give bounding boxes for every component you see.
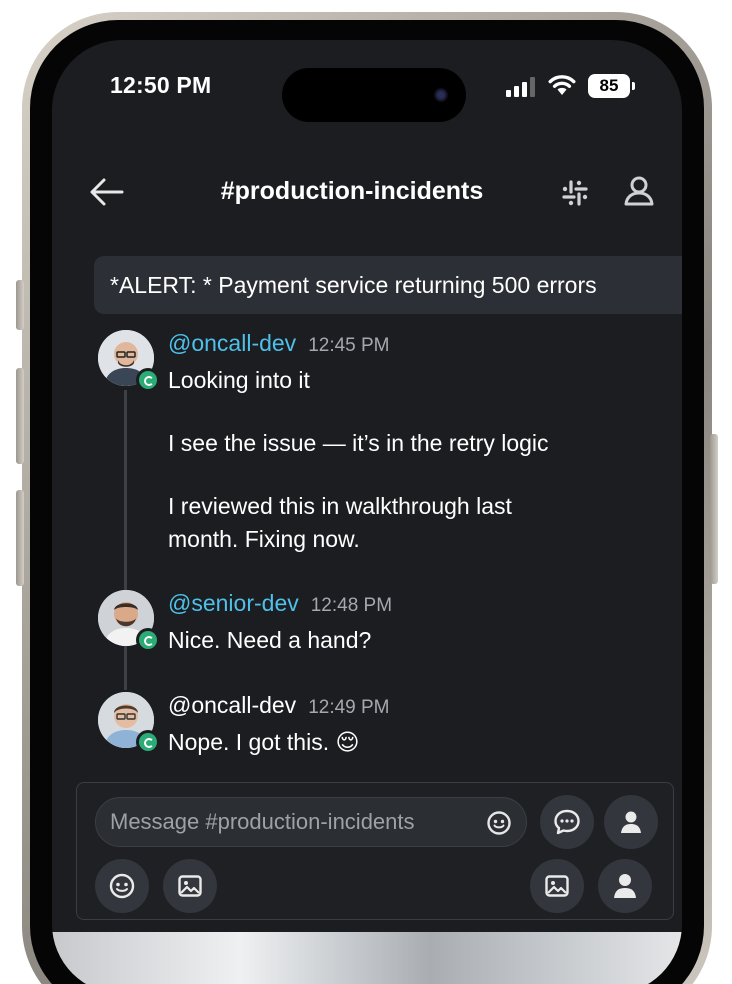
alert-banner[interactable]: *ALERT: * Payment service returning 500 … [94,256,682,314]
battery-icon: 85 [588,74,635,98]
phone-frame: 12:50 PM 85 #production-incidents *ALERT… [16,12,718,984]
chat-bubble-icon [554,809,580,835]
message-text: Nope. I got this. 😌 [168,729,360,755]
message-text: Nice. Need a hand? [168,627,372,653]
screen: 12:50 PM 85 #production-incidents *ALERT… [52,40,682,984]
emoji-icon [109,873,135,899]
image-button[interactable] [163,859,217,913]
signal-icon [506,77,535,97]
bottom-panel [52,932,682,984]
volume-down-button [16,490,24,586]
timestamp: 12:45 PM [308,335,390,356]
message-input[interactable] [110,798,480,846]
online-status-icon [136,628,160,652]
emoji-icon[interactable] [486,810,512,836]
image-button-secondary[interactable] [530,859,584,913]
message-text: I see the issue — it’s in the retry logi… [168,430,549,456]
online-status-icon [136,368,160,392]
chat-bubble-button[interactable] [540,795,594,849]
back-arrow-icon[interactable] [86,174,126,210]
online-status-icon [136,730,160,754]
timestamp: 12:49 PM [308,697,390,718]
phone-bezel: 12:50 PM 85 #production-incidents *ALERT… [30,20,704,984]
power-button [710,434,718,584]
username[interactable]: @senior-dev [168,590,299,617]
user-icon [621,811,641,833]
users-icon [614,874,636,898]
profile-button[interactable] [604,795,658,849]
message-text: Looking into it [168,367,310,393]
dynamic-island [282,68,466,122]
timestamp: 12:48 PM [310,595,393,616]
status-time: 12:50 PM [110,72,212,98]
username[interactable]: @oncall-dev [168,330,296,357]
slack-icon[interactable] [560,178,590,208]
action-button [16,280,24,330]
image-icon [545,875,569,897]
image-icon [178,875,202,897]
username[interactable]: @oncall-dev [168,692,296,719]
camera-icon [434,88,448,102]
wifi-icon [548,75,576,95]
message-text: I reviewed this in walkthrough last [168,493,512,519]
message-input-box[interactable] [95,797,527,847]
emoji-button[interactable] [95,859,149,913]
people-button[interactable] [598,859,652,913]
channel-title[interactable]: #production-incidents [192,177,512,206]
message-text: month. Fixing now. [168,526,360,552]
members-icon[interactable] [622,174,656,208]
message-composer [76,782,674,920]
volume-up-button [16,368,24,464]
